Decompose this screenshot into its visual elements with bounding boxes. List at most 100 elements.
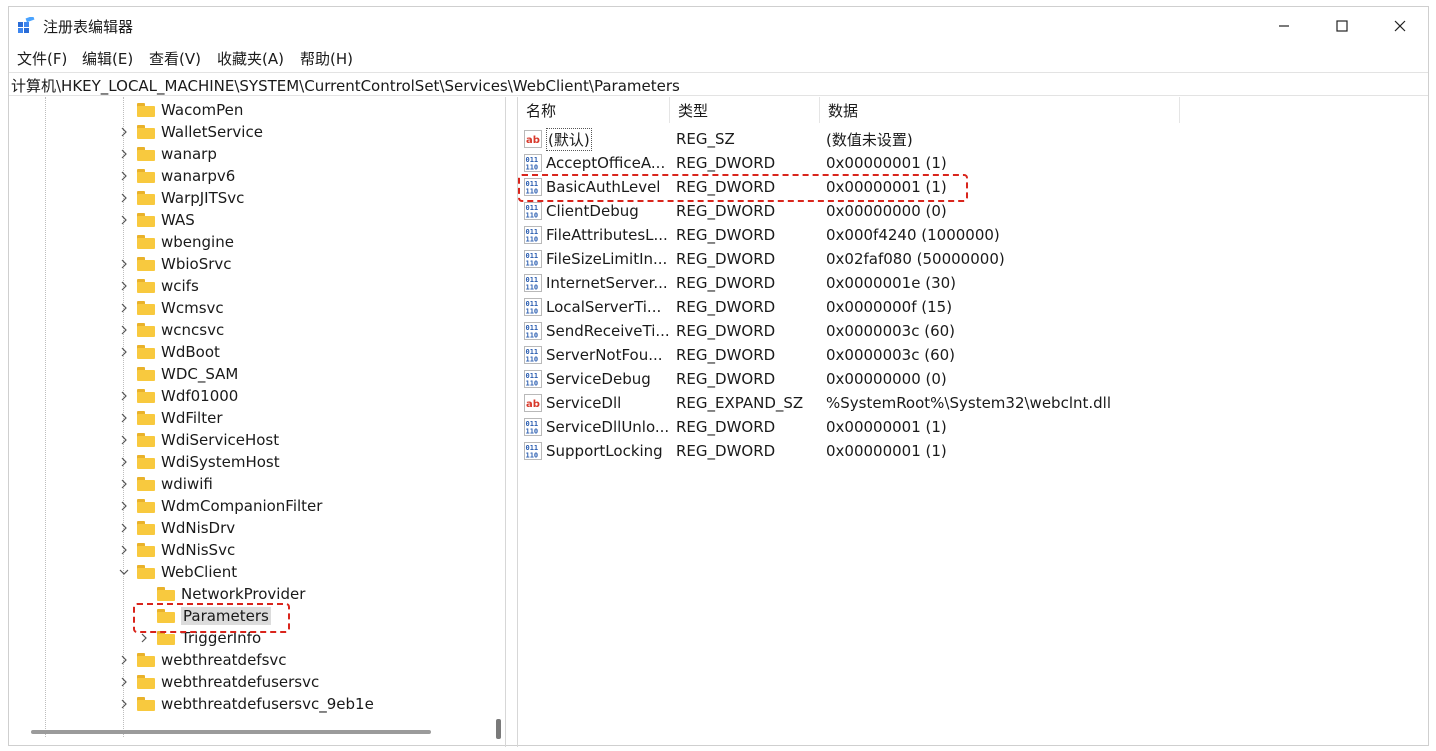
close-button[interactable] xyxy=(1371,7,1429,45)
tree-item[interactable]: wanarp xyxy=(117,143,217,165)
tree-item[interactable]: WebClient xyxy=(117,561,237,583)
tree-item[interactable]: webthreatdefusersvc_9eb1e xyxy=(117,693,374,715)
binary-value-icon: 011 110 xyxy=(524,226,542,244)
tree-item[interactable]: wcncsvc xyxy=(117,319,224,341)
chevron-right-icon[interactable] xyxy=(117,411,131,425)
chevron-right-icon[interactable] xyxy=(117,477,131,491)
chevron-right-icon[interactable] xyxy=(117,125,131,139)
maximize-button[interactable] xyxy=(1313,7,1371,45)
svg-text:110: 110 xyxy=(526,212,539,220)
tree-horizontal-scrollbar[interactable] xyxy=(31,730,431,734)
chevron-down-icon[interactable] xyxy=(117,565,131,579)
chevron-right-icon[interactable] xyxy=(117,191,131,205)
key-tree-pane[interactable]: WacomPen WalletService wanarp wanarpv6 WarpJ… xyxy=(9,97,506,747)
tree-item[interactable]: Wdf01000 xyxy=(117,385,238,407)
tree-item-label: WebClient xyxy=(161,563,238,581)
binary-value-icon: 011 110 xyxy=(524,322,542,340)
value-list-pane[interactable]: 名称 类型 数据 ab (默认) REG_SZ (数值未设置) 011 110 Accept… xyxy=(517,97,1430,747)
tree-item[interactable]: WdNisDrv xyxy=(117,517,235,539)
value-row[interactable]: 011 110 SendReceiveTi... REG_DWORD 0x0000003… xyxy=(518,319,1418,343)
chevron-right-icon[interactable] xyxy=(117,213,131,227)
value-row[interactable]: 011 110 FileSizeLimitIn... REG_DWORD 0x02faf… xyxy=(518,247,1418,271)
tree-item-label: WdiServiceHost xyxy=(161,431,280,449)
tree-vertical-scrollbar[interactable] xyxy=(496,719,501,739)
tree-item-label: wcifs xyxy=(161,277,199,295)
address-path[interactable]: 计算机\HKEY_LOCAL_MACHINE\SYSTEM\CurrentCon… xyxy=(11,75,680,96)
tree-item[interactable]: wcifs xyxy=(117,275,199,297)
tree-item[interactable]: WarpJITSvc xyxy=(117,187,244,209)
folder-icon xyxy=(137,675,155,689)
value-row[interactable]: 011 110 ServiceDllUnlo... REG_DWORD 0x000000… xyxy=(518,415,1418,439)
chevron-right-icon[interactable] xyxy=(117,521,131,535)
value-row[interactable]: 011 110 ServerNotFou... REG_DWORD 0x0000003c… xyxy=(518,343,1418,367)
column-header-data[interactable]: 数据 xyxy=(820,97,1180,123)
value-row[interactable]: ab (默认) REG_SZ (数值未设置) xyxy=(518,127,1418,151)
value-row[interactable]: 011 110 InternetServer... REG_DWORD 0x000000… xyxy=(518,271,1418,295)
value-row[interactable]: 011 110 LocalServerTi... REG_DWORD 0x0000000… xyxy=(518,295,1418,319)
tree-item[interactable]: WdBoot xyxy=(117,341,220,363)
tree-item[interactable]: wbengine xyxy=(117,231,234,253)
menu-help[interactable]: 帮助(H) xyxy=(300,48,353,69)
value-row[interactable]: 011 110 ServiceDebug REG_DWORD 0x00000000 (0… xyxy=(518,367,1418,391)
minimize-button[interactable] xyxy=(1255,7,1313,45)
folder-icon xyxy=(137,389,155,403)
chevron-right-icon[interactable] xyxy=(117,323,131,337)
tree-item[interactable]: wanarpv6 xyxy=(117,165,235,187)
tree-item[interactable]: WdiSystemHost xyxy=(117,451,280,473)
value-row[interactable]: 011 110 SupportLocking REG_DWORD 0x00000001 … xyxy=(518,439,1418,463)
tree-item[interactable]: Wcmsvc xyxy=(117,297,224,319)
column-header-type[interactable]: 类型 xyxy=(670,97,820,123)
menu-edit[interactable]: 编辑(E) xyxy=(82,48,133,69)
column-header-name[interactable]: 名称 xyxy=(518,97,670,123)
chevron-right-icon[interactable] xyxy=(117,543,131,557)
chevron-right-icon[interactable] xyxy=(117,653,131,667)
chevron-right-icon[interactable] xyxy=(117,455,131,469)
chevron-right-icon[interactable] xyxy=(117,301,131,315)
chevron-right-icon[interactable] xyxy=(117,279,131,293)
tree-item[interactable]: WacomPen xyxy=(117,99,243,121)
tree-item[interactable]: WDC_SAM xyxy=(117,363,238,385)
value-row[interactable]: 011 110 FileAttributesL... REG_DWORD 0x000f4… xyxy=(518,223,1418,247)
value-type: REG_DWORD xyxy=(676,154,776,172)
window-title: 注册表编辑器 xyxy=(43,18,134,36)
chevron-right-icon[interactable] xyxy=(117,257,131,271)
tree-item[interactable]: WalletService xyxy=(117,121,263,143)
menu-favorites[interactable]: 收藏夹(A) xyxy=(217,48,284,69)
svg-text:110: 110 xyxy=(526,356,539,364)
folder-icon xyxy=(137,455,155,469)
value-row[interactable]: ab ServiceDll REG_EXPAND_SZ %SystemRoot%\Sy… xyxy=(518,391,1418,415)
menu-file[interactable]: 文件(F) xyxy=(17,48,67,69)
chevron-right-icon[interactable] xyxy=(137,631,151,645)
chevron-right-icon[interactable] xyxy=(117,147,131,161)
value-row[interactable]: 011 110 ClientDebug REG_DWORD 0x00000000 (0) xyxy=(518,199,1418,223)
tree-item[interactable]: WdFilter xyxy=(117,407,223,429)
title-bar[interactable]: 注册表编辑器 xyxy=(9,7,1428,45)
tree-item[interactable]: WdNisSvc xyxy=(117,539,235,561)
tree-item-label: WacomPen xyxy=(161,101,244,119)
chevron-right-icon[interactable] xyxy=(117,499,131,513)
tree-item[interactable]: WAS xyxy=(117,209,195,231)
chevron-right-icon[interactable] xyxy=(117,675,131,689)
tree-item[interactable]: webthreatdefusersvc xyxy=(117,671,319,693)
chevron-right-icon[interactable] xyxy=(117,345,131,359)
address-bar[interactable]: 计算机\HKEY_LOCAL_MACHINE\SYSTEM\CurrentCon… xyxy=(9,72,1428,96)
tree-item[interactable]: webthreatdefsvc xyxy=(117,649,287,671)
tree-item[interactable]: wdiwifi xyxy=(117,473,213,495)
regedit-app-icon xyxy=(18,17,35,33)
folder-icon xyxy=(137,213,155,227)
chevron-right-icon[interactable] xyxy=(117,697,131,711)
chevron-right-icon[interactable] xyxy=(117,169,131,183)
value-data: 0x00000001 (1) xyxy=(826,418,947,436)
value-row[interactable]: 011 110 AcceptOfficeA... REG_DWORD 0x0000000… xyxy=(518,151,1418,175)
tree-item[interactable]: WbioSrvc xyxy=(117,253,232,275)
tree-item[interactable]: WdmCompanionFilter xyxy=(117,495,322,517)
tree-item[interactable]: NetworkProvider xyxy=(137,583,305,605)
chevron-right-icon[interactable] xyxy=(117,433,131,447)
menu-view[interactable]: 查看(V) xyxy=(149,48,201,69)
folder-icon xyxy=(137,367,155,381)
binary-value-icon: 011 110 xyxy=(524,298,542,316)
tree-item[interactable]: WdiServiceHost xyxy=(117,429,279,451)
chevron-right-icon[interactable] xyxy=(117,389,131,403)
